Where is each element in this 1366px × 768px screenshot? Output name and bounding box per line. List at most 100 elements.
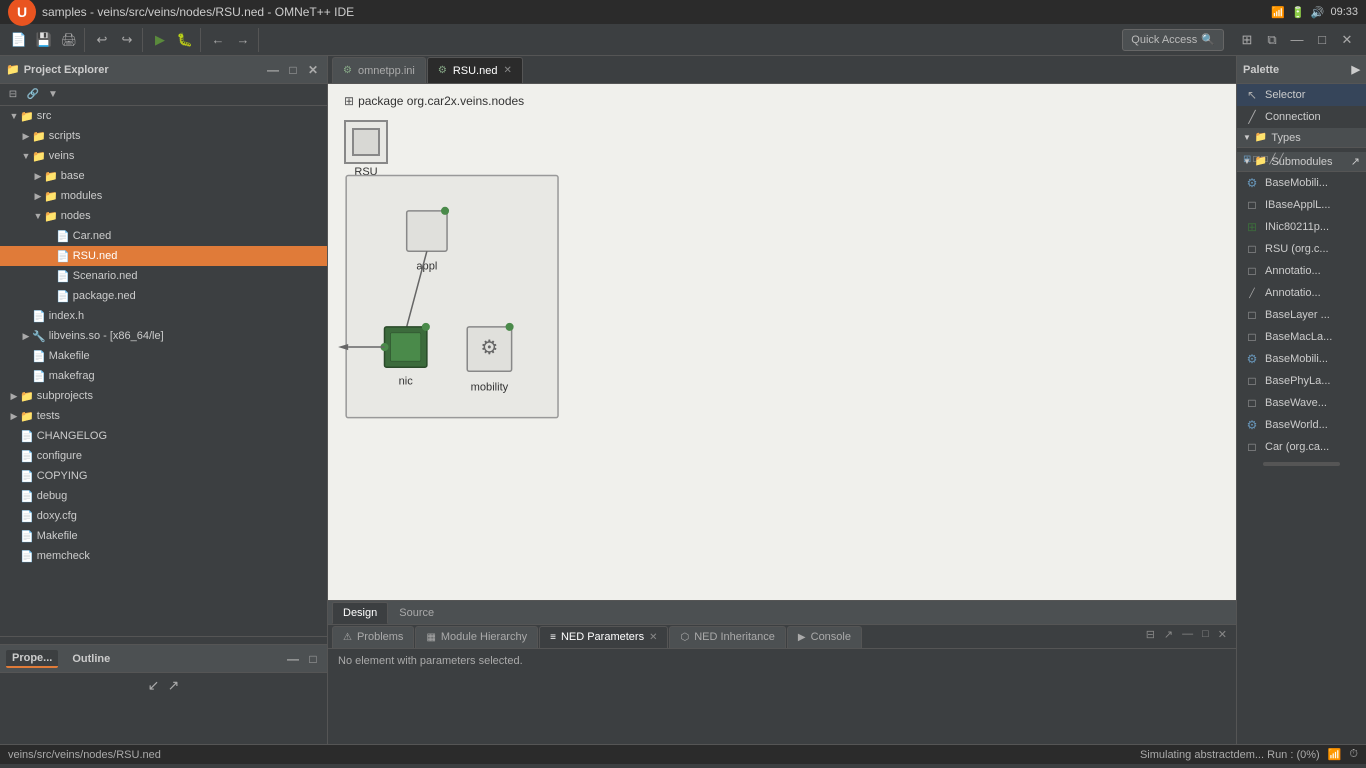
palette-item-baselayer[interactable]: □ BaseLayer ... bbox=[1237, 304, 1366, 326]
folder-icon-scripts: 📁 bbox=[32, 130, 46, 143]
project-explorer-title: Project Explorer bbox=[24, 64, 109, 76]
palette-item-ibaseappl[interactable]: □ IBaseApplL... bbox=[1237, 194, 1366, 216]
submodules-expand-icon[interactable]: ↗ bbox=[1351, 155, 1360, 168]
collapse-all-button[interactable]: ⊟ bbox=[4, 86, 22, 104]
tree-item-tests[interactable]: ▶ 📁 tests bbox=[0, 406, 327, 426]
tab-module-hierarchy[interactable]: ▦ Module Hierarchy bbox=[415, 626, 538, 648]
statusbar-path: veins/src/veins/nodes/RSU.ned bbox=[8, 749, 161, 761]
tree-item-copying[interactable]: 📄 COPYING bbox=[0, 466, 327, 486]
props-action-1[interactable]: ↙ bbox=[146, 677, 162, 693]
tree-item-doxy[interactable]: 📄 doxy.cfg bbox=[0, 506, 327, 526]
tab-rsu-ned-close[interactable]: ✕ bbox=[503, 65, 511, 76]
palette-item-inic80211[interactable]: ⊞ INic80211p... bbox=[1237, 216, 1366, 238]
tree-item-scenario-ned[interactable]: 📄 Scenario.ned bbox=[0, 266, 327, 286]
tree-item-nodes[interactable]: ▼ 📁 nodes bbox=[0, 206, 327, 226]
minimize-props-icon[interactable]: — bbox=[285, 651, 301, 667]
perspective-button[interactable]: ⊞ bbox=[1235, 28, 1259, 52]
tree-label-makefile-root: Makefile bbox=[37, 530, 78, 542]
palette-expand-icon[interactable]: ▶ bbox=[1352, 63, 1360, 76]
palette-content[interactable]: ↖ Selector ╱ Connection ▼ 📁 Types ⊞ □ □ bbox=[1237, 84, 1366, 744]
tree-item-memcheck[interactable]: 📄 memcheck bbox=[0, 546, 327, 566]
palette-item-basemacla[interactable]: □ BaseMacLa... bbox=[1237, 326, 1366, 348]
bottom-expand-icon[interactable]: ✕ bbox=[1215, 627, 1230, 642]
palette-types-section[interactable]: ▼ 📁 Types bbox=[1237, 128, 1366, 148]
palette-item-car[interactable]: □ Car (org.ca... bbox=[1237, 436, 1366, 458]
tab-properties[interactable]: Prope... bbox=[6, 650, 58, 668]
palette-item-basemacla-label: BaseMacLa... bbox=[1265, 331, 1332, 343]
source-tab[interactable]: Source bbox=[388, 602, 445, 624]
folder-icon-tests: 📁 bbox=[20, 410, 34, 423]
tab-problems[interactable]: ⚠ Problems bbox=[332, 626, 414, 648]
close-button[interactable]: ✕ bbox=[1335, 28, 1359, 52]
tab-omnetpp-ini[interactable]: ⚙ omnetpp.ini bbox=[332, 57, 426, 83]
window-button[interactable]: ⧉ bbox=[1260, 28, 1284, 52]
palette-item-rsu[interactable]: □ RSU (org.c... bbox=[1237, 238, 1366, 260]
tree-item-subprojects[interactable]: ▶ 📁 subprojects bbox=[0, 386, 327, 406]
ned-canvas[interactable]: ⊞ package org.car2x.veins.nodes RSU bbox=[328, 84, 1236, 600]
tree-item-libveins[interactable]: ▶ 🔧 libveins.so - [x86_64/le] bbox=[0, 326, 327, 346]
new-button[interactable]: 📄 bbox=[7, 28, 31, 52]
tab-outline[interactable]: Outline bbox=[66, 651, 116, 667]
bottom-close-icon[interactable]: — bbox=[1179, 627, 1196, 642]
save-button[interactable]: 💾 bbox=[32, 28, 56, 52]
link-editor-button[interactable]: 🔗 bbox=[24, 86, 42, 104]
palette-item-basewave[interactable]: □ BaseWave... bbox=[1237, 392, 1366, 414]
props-action-2[interactable]: ↗ bbox=[166, 677, 182, 693]
tree-item-makefrag[interactable]: 📄 makefrag bbox=[0, 366, 327, 386]
tree-item-veins[interactable]: ▼ 📁 veins bbox=[0, 146, 327, 166]
tab-ned-inheritance[interactable]: ⬡ NED Inheritance bbox=[669, 626, 785, 648]
tree-item-makefile-root[interactable]: 📄 Makefile bbox=[0, 526, 327, 546]
run-button[interactable]: ▶ bbox=[148, 28, 172, 52]
tree-item-rsu-ned[interactable]: 📄 RSU.ned bbox=[0, 246, 327, 266]
bottom-minimize-icon[interactable]: ⊟ bbox=[1143, 627, 1158, 642]
view-toolbar-group: ⊞ ⧉ — □ ✕ bbox=[1232, 28, 1362, 52]
maximize-explorer-icon[interactable]: □ bbox=[285, 62, 301, 78]
tree-item-car-ned[interactable]: 📄 Car.ned bbox=[0, 226, 327, 246]
tree-item-makefile-src[interactable]: 📄 Makefile bbox=[0, 346, 327, 366]
palette-selector[interactable]: ↖ Selector bbox=[1237, 84, 1366, 106]
project-explorer-header-right: — □ ✕ bbox=[265, 62, 321, 78]
tree-item-index-h[interactable]: 📄 index.h bbox=[0, 306, 327, 326]
bottom-maximize-icon[interactable]: ↗ bbox=[1161, 627, 1176, 642]
tab-console[interactable]: ▶ Console bbox=[787, 626, 862, 648]
palette-connection[interactable]: ╱ Connection bbox=[1237, 106, 1366, 128]
tree-item-modules[interactable]: ▶ 📁 modules bbox=[0, 186, 327, 206]
undo-button[interactable]: ↩ bbox=[90, 28, 114, 52]
tree-item-debug[interactable]: 📄 debug bbox=[0, 486, 327, 506]
view-menu-button[interactable]: ▼ bbox=[44, 86, 62, 104]
titlebar-title: samples - veins/src/veins/nodes/RSU.ned … bbox=[42, 5, 354, 19]
quick-access-button[interactable]: Quick Access 🔍 bbox=[1122, 29, 1224, 51]
editor-content: ⊞ package org.car2x.veins.nodes RSU bbox=[328, 84, 1236, 600]
tree-item-package-ned[interactable]: 📄 package.ned bbox=[0, 286, 327, 306]
tree-hscroll[interactable] bbox=[0, 636, 327, 644]
close-explorer-icon[interactable]: ✕ bbox=[305, 62, 321, 78]
bottom-collapse-icon[interactable]: □ bbox=[1199, 627, 1212, 642]
debug-button[interactable]: 🐛 bbox=[173, 28, 197, 52]
palette-item-ibaseappl-label: IBaseApplL... bbox=[1265, 199, 1330, 211]
palette-item-basephyla[interactable]: □ BasePhyLa... bbox=[1237, 370, 1366, 392]
tree-item-base[interactable]: ▶ 📁 base bbox=[0, 166, 327, 186]
tree-container[interactable]: ▼ 📁 src ▶ 📁 scripts ▼ 📁 veins bbox=[0, 106, 327, 636]
tab-rsu-ned[interactable]: ⚙ RSU.ned ✕ bbox=[427, 57, 523, 83]
forward-button[interactable]: → bbox=[231, 28, 255, 52]
redo-button[interactable]: ↪ bbox=[115, 28, 139, 52]
palette-item-basemobili2[interactable]: ⚙ BaseMobili... bbox=[1237, 348, 1366, 370]
minimize-explorer-icon[interactable]: — bbox=[265, 62, 281, 78]
palette-item-annotation2[interactable]: ╱ Annotatio... bbox=[1237, 282, 1366, 304]
print-button[interactable]: 🖨 bbox=[57, 28, 81, 52]
tab-ned-parameters-close[interactable]: ✕ bbox=[649, 632, 657, 643]
tree-item-src[interactable]: ▼ 📁 src bbox=[0, 106, 327, 126]
palette-item-baseworld[interactable]: ⚙ BaseWorld... bbox=[1237, 414, 1366, 436]
tree-item-changelog[interactable]: 📄 CHANGELOG bbox=[0, 426, 327, 446]
tree-item-configure[interactable]: 📄 configure bbox=[0, 446, 327, 466]
palette-item-annotation1[interactable]: □ Annotatio... bbox=[1237, 260, 1366, 282]
tree-item-scripts[interactable]: ▶ 📁 scripts bbox=[0, 126, 327, 146]
maximize-props-icon[interactable]: □ bbox=[305, 651, 321, 667]
back-button[interactable]: ← bbox=[206, 28, 230, 52]
tab-ned-inheritance-label: NED Inheritance bbox=[694, 631, 775, 643]
palette-item-basemobili[interactable]: ⚙ BaseMobili... bbox=[1237, 172, 1366, 194]
design-tab[interactable]: Design bbox=[332, 602, 388, 624]
tab-ned-parameters[interactable]: ≡ NED Parameters ✕ bbox=[539, 626, 668, 648]
maximize-button[interactable]: □ bbox=[1310, 28, 1334, 52]
minimize-button[interactable]: — bbox=[1285, 28, 1309, 52]
